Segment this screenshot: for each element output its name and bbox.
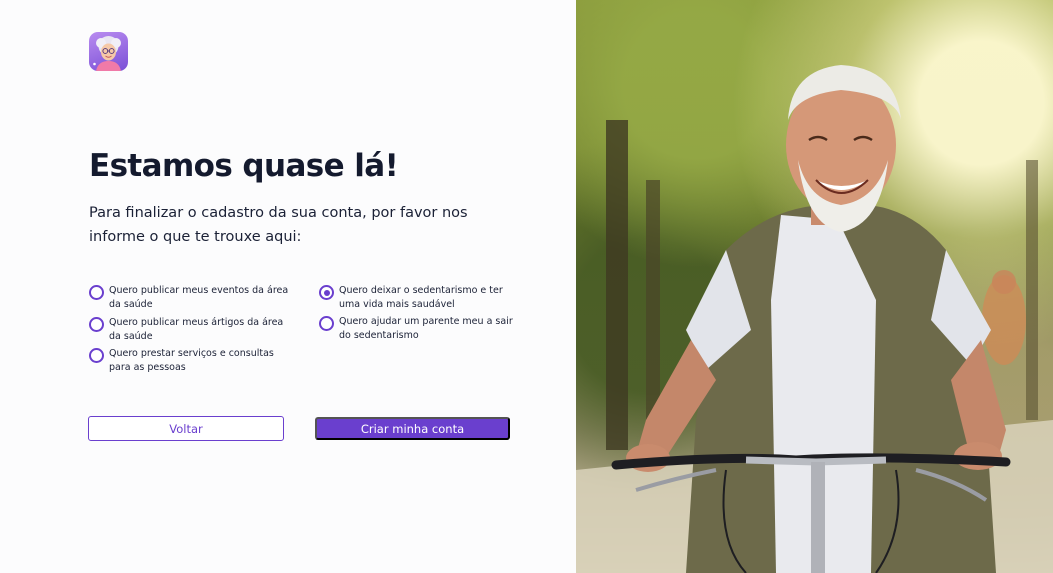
option-label: Quero ajudar um parente meu a sair do se… bbox=[339, 316, 513, 341]
option-publish-events[interactable]: Quero publicar meus eventos da área da s… bbox=[89, 284, 289, 311]
option-label: Quero publicar meus eventos da área da s… bbox=[109, 285, 289, 310]
radio-button-selected[interactable] bbox=[319, 285, 334, 300]
option-publish-articles[interactable]: Quero publicar meus ártigos da área da s… bbox=[89, 316, 289, 343]
create-account-button[interactable]: Criar minha conta bbox=[315, 417, 510, 440]
option-healthier-life[interactable]: Quero deixar o sedentarismo e ter uma vi… bbox=[319, 284, 519, 311]
page-title: Estamos quase lá! bbox=[89, 148, 399, 184]
back-button[interactable]: Voltar bbox=[88, 416, 284, 441]
signup-panel: Estamos quase lá! Para finalizar o cadas… bbox=[0, 0, 575, 573]
radio-button[interactable] bbox=[89, 317, 104, 332]
option-help-relative[interactable]: Quero ajudar um parente meu a sair do se… bbox=[319, 315, 519, 342]
radio-button[interactable] bbox=[89, 348, 104, 363]
radio-button[interactable] bbox=[319, 316, 334, 331]
option-label: Quero deixar o sedentarismo e ter uma vi… bbox=[339, 285, 503, 310]
smiling-elderly-man-cycling-illustration bbox=[576, 65, 1053, 573]
hero-photo bbox=[576, 0, 1053, 573]
page-subtitle: Para finalizar o cadastro da sua conta, … bbox=[89, 205, 468, 245]
radio-button[interactable] bbox=[89, 285, 104, 300]
elderly-woman-avatar-icon bbox=[93, 36, 121, 71]
app-logo bbox=[89, 32, 128, 71]
option-provide-services[interactable]: Quero prestar serviços e consultas para … bbox=[89, 347, 289, 374]
option-label: Quero publicar meus ártigos da área da s… bbox=[109, 317, 284, 342]
option-label: Quero prestar serviços e consultas para … bbox=[109, 348, 274, 373]
